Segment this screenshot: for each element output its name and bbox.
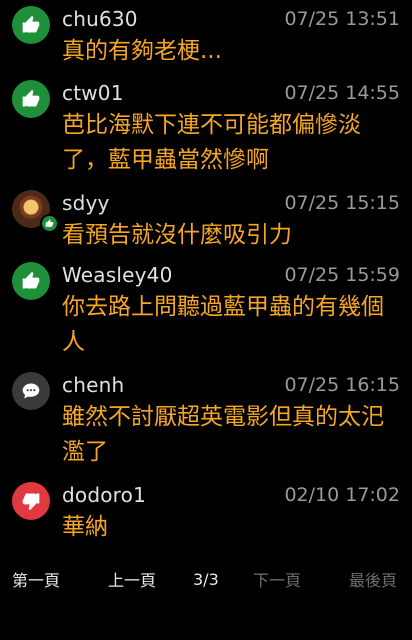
comment-text: 看預告就沒什麼吸引力 [62,222,292,248]
timestamp: 07/25 16:15 [284,374,400,396]
pagination: 第一頁 上一頁 3/3 下一頁 最後頁 [0,562,412,596]
page-indicator: 3/3 [193,569,219,589]
username[interactable]: Weasley40 [62,263,173,287]
comment-item: Weasley40 07/25 15:59 你去路上問聽過藍甲蟲的有幾個人 [0,262,412,360]
username[interactable]: dodoro1 [62,483,146,507]
avatar[interactable] [12,262,50,360]
first-page-button[interactable]: 第一頁 [12,567,60,591]
comment-item: chenh 07/25 16:15 雖然不討厭超英電影但真的太汜濫了 [0,372,412,470]
username[interactable]: ctw01 [62,81,124,105]
next-page-button[interactable]: 下一頁 [253,567,301,591]
username[interactable]: sdyy [62,191,110,215]
avatar[interactable] [12,6,50,69]
avatar[interactable] [12,80,50,178]
thumbs-up-icon [40,214,59,233]
prev-page-button[interactable]: 上一頁 [108,567,156,591]
avatar[interactable] [12,190,59,253]
comment-item: ctw01 07/25 14:55 芭比海默下連不可能都偏慘淡了，藍甲蟲當然慘啊 [0,80,412,178]
comment-text: 華納 [62,514,108,540]
speech-bubble-icon [12,372,50,410]
thumbs-up-icon [12,80,50,118]
username[interactable]: chenh [62,373,124,397]
comment-text: 雖然不討厭超英電影但真的太汜濫了 [62,404,384,465]
timestamp: 07/25 13:51 [284,8,400,30]
avatar[interactable] [12,482,50,545]
comment-item: chu630 07/25 13:51 真的有夠老梗... [0,6,412,69]
timestamp: 07/25 15:59 [284,264,400,286]
comment-item: dodoro1 02/10 17:02 華納 [0,482,412,545]
comment-text: 你去路上問聽過藍甲蟲的有幾個人 [62,294,384,355]
last-page-button[interactable]: 最後頁 [349,567,397,591]
thumbs-up-icon [12,6,50,44]
thumbs-up-icon [12,262,50,300]
comment-text: 芭比海默下連不可能都偏慘淡了，藍甲蟲當然慘啊 [62,112,361,173]
timestamp: 07/25 15:15 [284,192,400,214]
timestamp: 02/10 17:02 [284,484,400,506]
avatar[interactable] [12,372,50,470]
timestamp: 07/25 14:55 [284,82,400,104]
thumbs-down-icon [12,482,50,520]
username[interactable]: chu630 [62,7,138,31]
comment-item: sdyy 07/25 15:15 看預告就沒什麼吸引力 [0,190,412,253]
comment-text: 真的有夠老梗... [62,38,222,64]
